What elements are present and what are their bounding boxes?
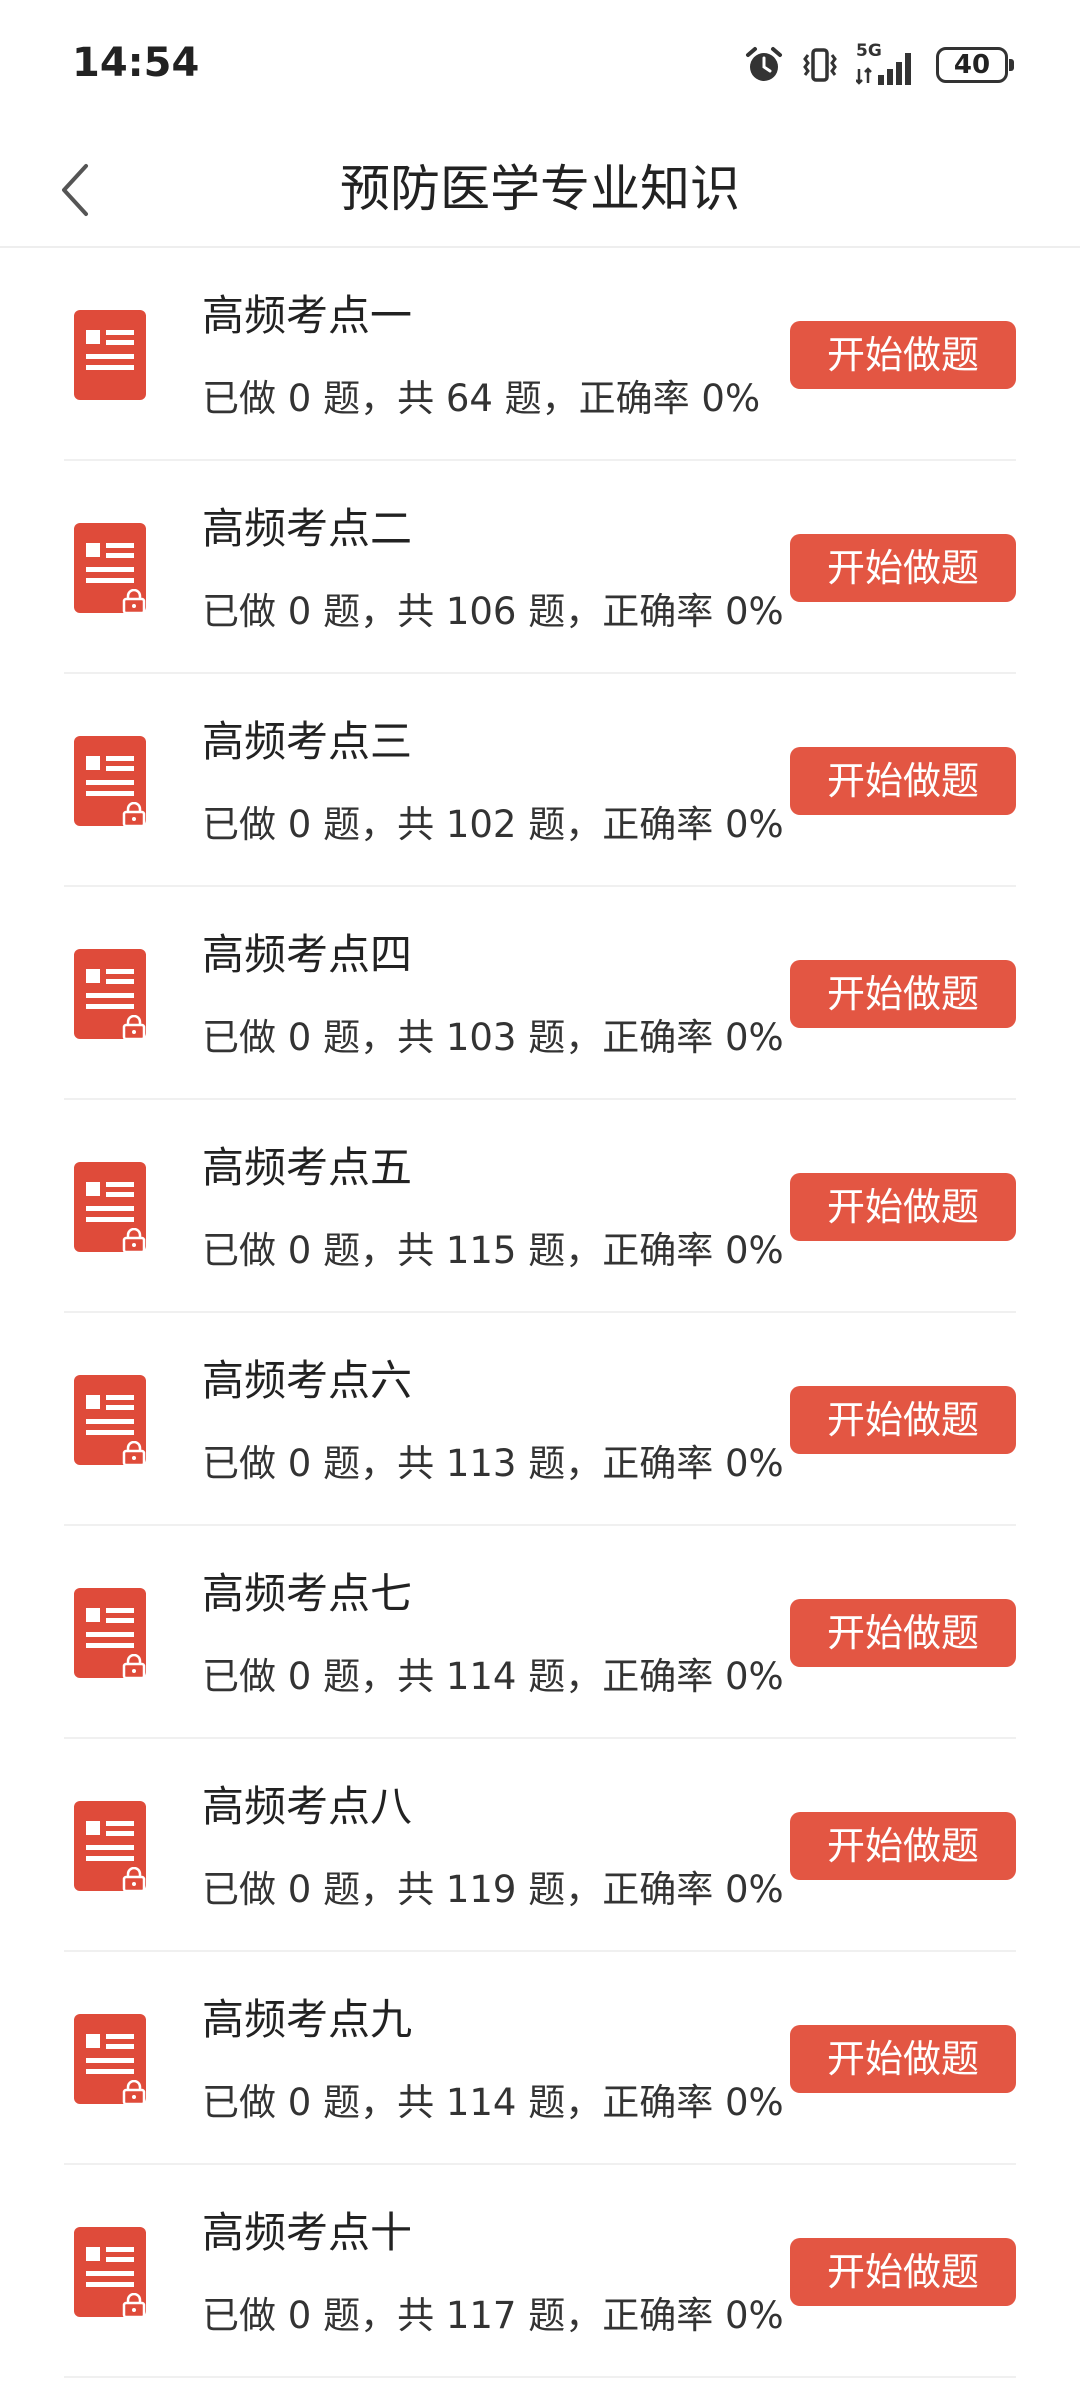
back-button[interactable] xyxy=(36,150,116,230)
list-item-3[interactable]: 高频考点三 已做 0 题，共 102 题，正确率 0% 开始做题 xyxy=(0,674,1080,887)
item-stats: 已做 0 题，共 115 题，正确率 0% xyxy=(202,1229,784,1272)
item-title: 高频考点五 xyxy=(202,1143,413,1192)
list-item-5[interactable]: 高频考点五 已做 0 题，共 115 题，正确率 0% 开始做题 xyxy=(0,1100,1080,1313)
chevron-left-icon xyxy=(62,164,88,216)
item-title: 高频考点四 xyxy=(202,930,413,979)
signal-5g-icon: 5G xyxy=(856,41,920,87)
status-icons: 5G 40 xyxy=(744,40,1014,90)
item-stats: 已做 0 题，共 117 题，正确率 0% xyxy=(202,2294,784,2337)
document-icon xyxy=(72,308,148,402)
item-stats: 已做 0 题，共 113 题，正确率 0% xyxy=(202,1442,784,1485)
item-stats: 已做 0 题，共 106 题，正确率 0% xyxy=(202,590,784,633)
exercise-list: 高频考点一 已做 0 题，共 64 题，正确率 0% 开始做题 高频考点二 已做… xyxy=(0,248,1080,2378)
start-practice-button[interactable]: 开始做题 xyxy=(790,960,1016,1028)
item-title: 高频考点二 xyxy=(202,504,413,553)
page-title: 预防医学专业知识 xyxy=(340,160,740,218)
status-bar: 14:54 5G 40 xyxy=(0,0,1080,130)
item-title: 高频考点九 xyxy=(202,1995,413,2044)
list-item-4[interactable]: 高频考点四 已做 0 题，共 103 题，正确率 0% 开始做题 xyxy=(0,887,1080,1100)
item-stats: 已做 0 题，共 103 题，正确率 0% xyxy=(202,1016,784,1059)
start-practice-button[interactable]: 开始做题 xyxy=(790,1386,1016,1454)
start-practice-button[interactable]: 开始做题 xyxy=(790,534,1016,602)
start-practice-button[interactable]: 开始做题 xyxy=(790,1812,1016,1880)
item-title: 高频考点七 xyxy=(202,1569,413,1618)
vibrate-icon xyxy=(800,45,840,85)
alarm-icon xyxy=(744,45,784,85)
lock-icon xyxy=(122,1227,146,1254)
start-practice-button[interactable]: 开始做题 xyxy=(790,1599,1016,1667)
list-item-10[interactable]: 高频考点十 已做 0 题，共 117 题，正确率 0% 开始做题 xyxy=(0,2165,1080,2378)
start-practice-button[interactable]: 开始做题 xyxy=(790,1173,1016,1241)
lock-icon xyxy=(122,2292,146,2319)
item-title: 高频考点八 xyxy=(202,1782,413,1831)
list-item-7[interactable]: 高频考点七 已做 0 题，共 114 题，正确率 0% 开始做题 xyxy=(0,1526,1080,1739)
start-practice-button[interactable]: 开始做题 xyxy=(790,321,1016,389)
list-item-2[interactable]: 高频考点二 已做 0 题，共 106 题，正确率 0% 开始做题 xyxy=(0,461,1080,674)
item-title: 高频考点十 xyxy=(202,2208,413,2257)
lock-icon xyxy=(122,1440,146,1467)
item-stats: 已做 0 题，共 64 题，正确率 0% xyxy=(202,377,761,420)
list-item-9[interactable]: 高频考点九 已做 0 题，共 114 题，正确率 0% 开始做题 xyxy=(0,1952,1080,2165)
item-stats: 已做 0 题，共 102 题，正确率 0% xyxy=(202,803,784,846)
battery-level: 40 xyxy=(953,50,991,80)
lock-icon xyxy=(122,1014,146,1041)
battery-icon: 40 xyxy=(936,47,1014,83)
item-title: 高频考点一 xyxy=(202,291,413,340)
item-stats: 已做 0 题，共 119 题，正确率 0% xyxy=(202,1868,784,1911)
list-item-1[interactable]: 高频考点一 已做 0 题，共 64 题，正确率 0% 开始做题 xyxy=(0,248,1080,461)
item-stats: 已做 0 题，共 114 题，正确率 0% xyxy=(202,1655,784,1698)
lock-icon xyxy=(122,801,146,828)
list-item-6[interactable]: 高频考点六 已做 0 题，共 113 题，正确率 0% 开始做题 xyxy=(0,1313,1080,1526)
start-practice-button[interactable]: 开始做题 xyxy=(790,2025,1016,2093)
start-practice-button[interactable]: 开始做题 xyxy=(790,747,1016,815)
item-title: 高频考点三 xyxy=(202,717,413,766)
status-time: 14:54 xyxy=(72,40,200,86)
nav-bar: 预防医学专业知识 xyxy=(0,130,1080,248)
list-item-8[interactable]: 高频考点八 已做 0 题，共 119 题，正确率 0% 开始做题 xyxy=(0,1739,1080,1952)
start-practice-button[interactable]: 开始做题 xyxy=(790,2238,1016,2306)
lock-icon xyxy=(122,1866,146,1893)
item-title: 高频考点六 xyxy=(202,1356,413,1405)
lock-icon xyxy=(122,2079,146,2106)
item-stats: 已做 0 题，共 114 题，正确率 0% xyxy=(202,2081,784,2124)
lock-icon xyxy=(122,588,146,615)
lock-icon xyxy=(122,1653,146,1680)
